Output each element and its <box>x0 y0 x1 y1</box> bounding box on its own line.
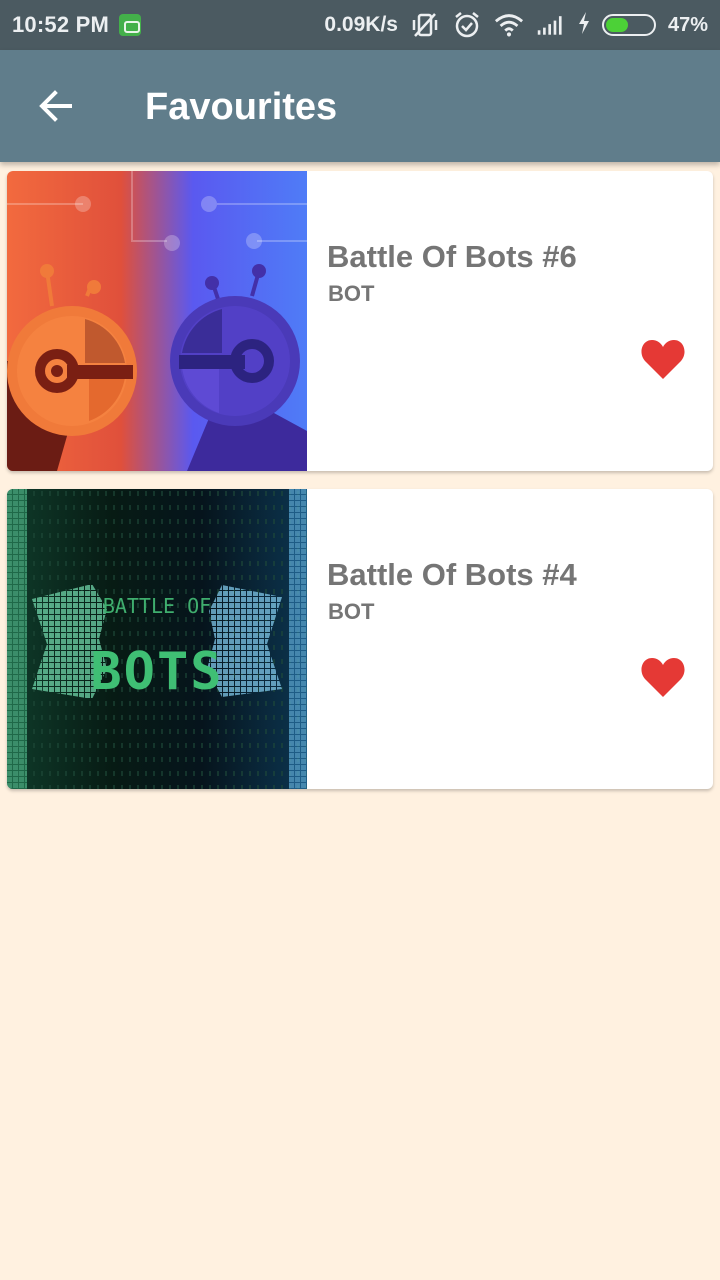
app-notification-icon <box>118 14 141 36</box>
status-bar-left: 10:52 PM <box>12 12 141 38</box>
battery-level <box>605 18 628 32</box>
card-title[interactable]: Battle Of Bots #6 <box>327 239 577 275</box>
network-speed: 0.09K/s <box>324 13 398 36</box>
card-category: BOT <box>328 599 375 624</box>
status-bar: 10:52 PM 0.09K/s 47% <box>0 0 720 50</box>
thumbnail-text-line2: BOTS <box>90 642 223 702</box>
back-button[interactable] <box>28 78 84 134</box>
battle-of-bots-4-thumbnail[interactable]: BATTLE OF BOTS <box>7 489 307 789</box>
favourite-card[interactable]: BATTLE OF BOTS Battle Of Bots #4 BOT <box>7 489 713 789</box>
status-time: 10:52 PM <box>12 12 109 37</box>
vibrate-off-icon <box>410 10 440 40</box>
page-title: Favourites <box>145 86 338 128</box>
battle-of-bots-6-thumbnail[interactable] <box>7 171 307 471</box>
favourites-list: Battle Of Bots #6 BOT BATTLE OF BOTS Bat… <box>7 171 713 807</box>
favourite-card[interactable]: Battle Of Bots #6 BOT <box>7 171 713 471</box>
wifi-icon <box>494 10 524 40</box>
heart-icon[interactable] <box>641 657 685 697</box>
signal-icon <box>536 10 566 40</box>
charging-icon <box>578 11 590 39</box>
favourite-button[interactable] <box>637 653 689 701</box>
alarm-icon <box>452 10 482 40</box>
battery-icon <box>601 14 656 36</box>
heart-icon[interactable] <box>641 339 685 379</box>
status-bar-right: 0.09K/s 47% <box>324 10 708 40</box>
battery-percent: 47% <box>667 13 708 36</box>
card-category: BOT <box>328 281 375 306</box>
arrow-back-icon[interactable] <box>38 88 74 124</box>
card-title[interactable]: Battle Of Bots #4 <box>327 557 577 593</box>
app-bar: Favourites <box>0 50 720 162</box>
favourite-button[interactable] <box>637 335 689 383</box>
thumbnail-text-line1: BATTLE OF <box>103 594 211 618</box>
